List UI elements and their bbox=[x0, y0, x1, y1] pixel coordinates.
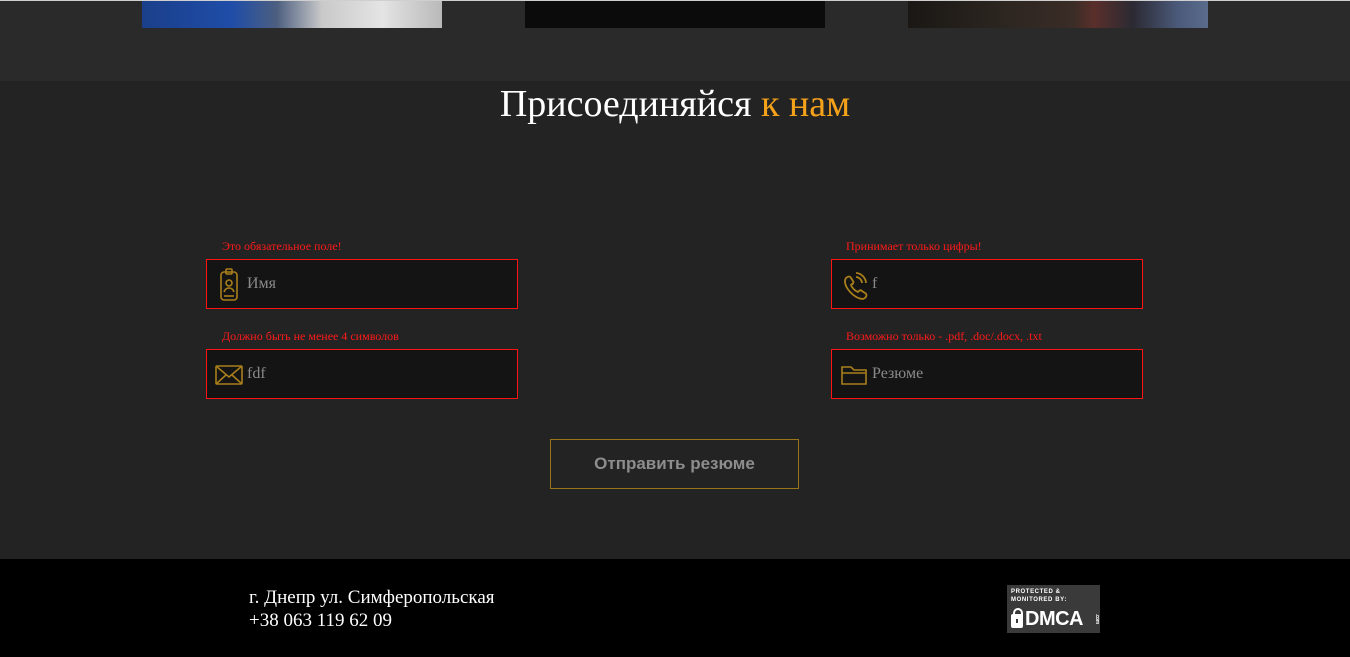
dmca-badge[interactable]: PROTECTED & MONITORED BY: DMCA .com bbox=[1007, 585, 1100, 633]
resume-field[interactable] bbox=[831, 349, 1143, 399]
resume-error: Возможно только - .pdf, .doc/.docx, .txt bbox=[846, 329, 1042, 343]
envelope-icon bbox=[215, 365, 243, 385]
dmca-caption-line: PROTECTED & bbox=[1011, 589, 1061, 595]
gallery-photo[interactable] bbox=[908, 1, 1208, 28]
phone-error: Принимает только цифры! bbox=[846, 239, 982, 253]
name-field[interactable] bbox=[206, 259, 518, 309]
email-field[interactable] bbox=[206, 349, 518, 399]
lock-icon bbox=[1011, 608, 1023, 628]
gallery-photo[interactable] bbox=[525, 1, 825, 28]
join-title-main: Присоединяйся bbox=[499, 83, 752, 125]
gallery-strip bbox=[0, 0, 1350, 81]
footer-phone[interactable]: +38 063 119 62 09 bbox=[249, 609, 495, 632]
id-badge-icon bbox=[220, 268, 238, 301]
dmca-caption-line: MONITORED BY: bbox=[1011, 597, 1067, 603]
phone-field[interactable] bbox=[831, 259, 1143, 309]
dmca-caption: PROTECTED & MONITORED BY: bbox=[1011, 588, 1067, 604]
dmca-logo-suffix: .com bbox=[1094, 614, 1100, 624]
email-error: Должно быть не менее 4 символов bbox=[222, 329, 399, 343]
name-input[interactable] bbox=[247, 260, 509, 308]
email-input[interactable] bbox=[247, 350, 509, 398]
gallery-photo[interactable] bbox=[142, 1, 442, 28]
join-title-accent: к нам bbox=[760, 83, 851, 125]
name-error: Это обязательное поле! bbox=[222, 239, 342, 253]
dmca-logo: DMCA .com bbox=[1011, 607, 1109, 631]
footer bbox=[0, 559, 1350, 657]
dmca-logo-text: DMCA bbox=[1025, 608, 1084, 630]
folder-icon bbox=[841, 366, 867, 385]
submit-resume-button[interactable]: Отправить резюме bbox=[550, 439, 799, 489]
footer-contacts: г. Днепр ул. Симферопольская +38 063 119… bbox=[249, 586, 495, 632]
resume-input[interactable] bbox=[872, 350, 1134, 398]
footer-address: г. Днепр ул. Симферопольская bbox=[249, 587, 495, 608]
join-title: Присоединяйся к нам bbox=[0, 81, 1350, 127]
phone-input[interactable] bbox=[872, 260, 1134, 308]
phone-icon bbox=[844, 272, 868, 300]
